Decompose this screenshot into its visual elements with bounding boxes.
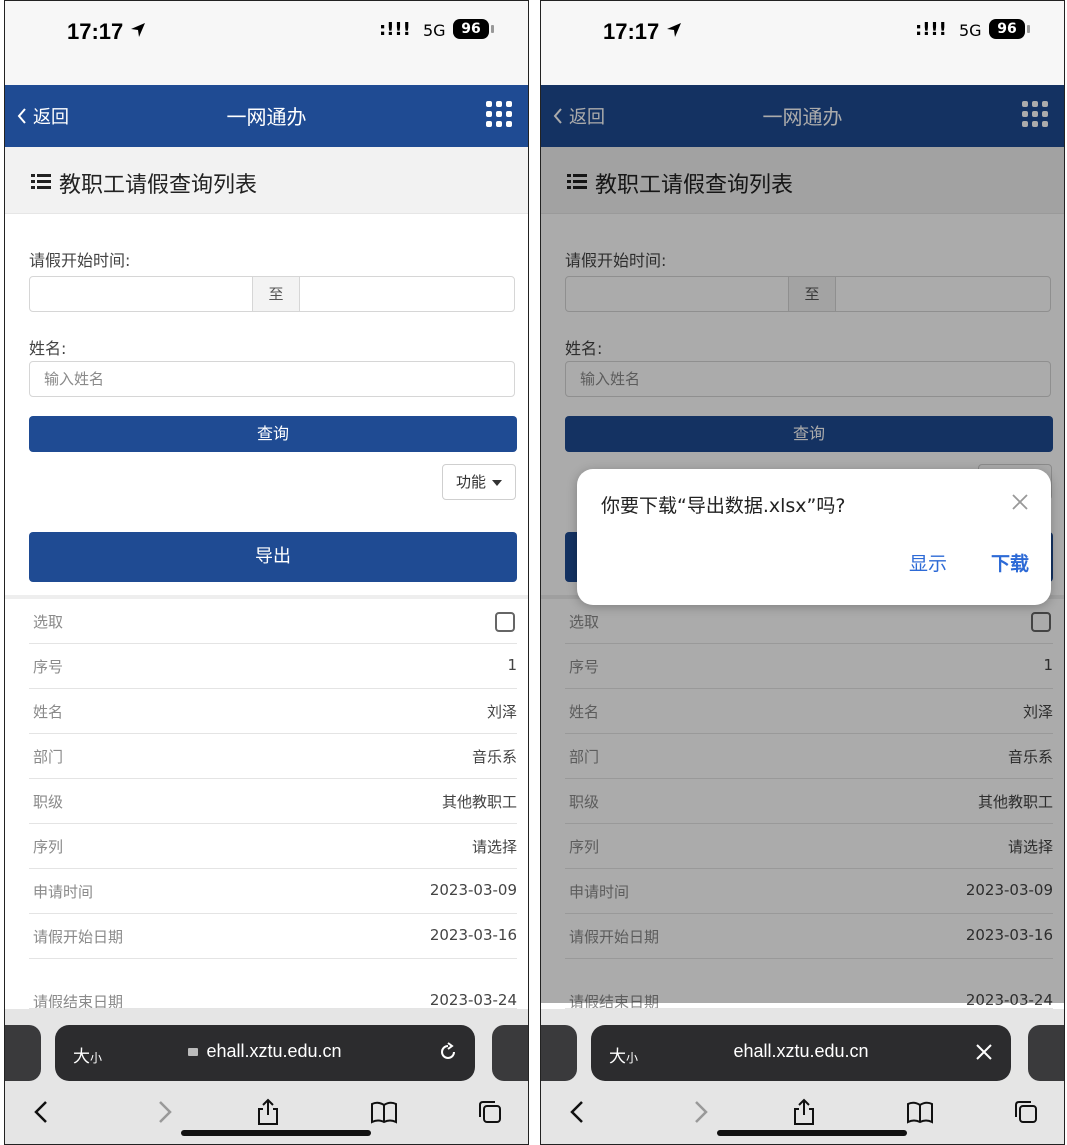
- status-time: 17:17: [603, 19, 660, 44]
- next-tab-pill[interactable]: [492, 1025, 528, 1081]
- forward-arrow-icon[interactable]: [149, 1097, 179, 1127]
- row-label: 序号: [33, 658, 64, 676]
- url-text: ehall.xztu.edu.cn: [206, 1041, 342, 1061]
- screenshot-left: 17:17 :!!! 5G 96 返回 一网通办 教职工请假查询列表 请假开始时…: [4, 0, 529, 1145]
- record-row: 职级 其他教职工: [29, 779, 517, 824]
- battery-tip: [1027, 25, 1030, 33]
- browser-bottom-bar: 大小 ehall.xztu.edu.cn: [541, 1009, 1064, 1144]
- record-row: 部门 音乐系: [29, 734, 517, 779]
- tabs-icon[interactable]: [475, 1097, 505, 1127]
- function-dropdown[interactable]: 功能: [442, 464, 516, 500]
- record-row: 姓名 刘泽: [29, 689, 517, 734]
- signal-icon: :!!!: [915, 19, 947, 40]
- download-message: 你要下载“导出数据.xlsx”吗?: [601, 495, 846, 517]
- signal-icon: :!!!: [379, 19, 411, 40]
- row-value: 2023-03-24: [429, 991, 517, 1009]
- home-indicator: [181, 1130, 371, 1136]
- row-value: 刘泽: [486, 703, 517, 721]
- record-row: 申请时间 2023-03-09: [29, 869, 517, 914]
- row-value: 其他教职工: [441, 793, 517, 811]
- query-button[interactable]: 查询: [29, 416, 517, 452]
- back-arrow-icon[interactable]: [563, 1097, 593, 1127]
- location-arrow-icon: [131, 23, 145, 37]
- bookmarks-icon[interactable]: [369, 1097, 399, 1127]
- previous-tab-pill[interactable]: [541, 1025, 577, 1081]
- url-text: ehall.xztu.edu.cn: [733, 1041, 869, 1061]
- stop-loading-icon[interactable]: [973, 1041, 995, 1063]
- bookmarks-icon[interactable]: [905, 1097, 935, 1127]
- select-checkbox[interactable]: [495, 612, 515, 632]
- nav-title: 一网通办: [226, 105, 307, 129]
- row-value: 1: [507, 656, 517, 674]
- battery-icon: 96: [989, 19, 1025, 39]
- record-row: 请假结束日期 2023-03-24: [29, 979, 517, 1009]
- status-bar: 17:17 :!!! 5G 96: [5, 1, 528, 85]
- screenshot-right: 17:17 :!!! 5G 96 返回 一网通办 教职工请假查询列表 请假开始时…: [540, 0, 1065, 1145]
- caret-down-icon: [492, 479, 502, 486]
- url-display: ehall.xztu.edu.cn: [591, 1041, 1011, 1062]
- url-display: ehall.xztu.edu.cn: [55, 1041, 475, 1062]
- network-type: 5G: [959, 21, 982, 40]
- export-button[interactable]: 导出: [29, 532, 517, 582]
- nav-bar: 返回 一网通办: [5, 85, 528, 147]
- tabs-icon[interactable]: [1011, 1097, 1041, 1127]
- lock-icon: [188, 1048, 199, 1056]
- share-icon[interactable]: [789, 1097, 819, 1127]
- reload-icon[interactable]: [437, 1041, 459, 1063]
- start-time-label: 请假开始时间:: [29, 251, 131, 270]
- forward-arrow-icon[interactable]: [685, 1097, 715, 1127]
- share-icon[interactable]: [253, 1097, 283, 1127]
- name-input[interactable]: [29, 361, 515, 397]
- battery-tip: [491, 25, 494, 33]
- address-bar[interactable]: 大小 ehall.xztu.edu.cn: [55, 1025, 475, 1081]
- previous-tab-pill[interactable]: [5, 1025, 41, 1081]
- page-header: 教职工请假查询列表: [5, 147, 528, 214]
- apps-grid-icon[interactable]: [486, 101, 512, 127]
- status-bar: 17:17 :!!! 5G 96: [541, 1, 1064, 85]
- row-label: 职级: [33, 793, 64, 811]
- date-range-input[interactable]: 至: [29, 276, 515, 312]
- row-value: 2023-03-09: [429, 881, 517, 899]
- home-indicator: [717, 1130, 907, 1136]
- close-icon[interactable]: [1011, 493, 1029, 511]
- status-time: 17:17: [67, 19, 124, 44]
- location-arrow-icon: [667, 23, 681, 37]
- record-row: 序列 请选择: [29, 824, 517, 869]
- download-button[interactable]: 下载: [991, 549, 1029, 576]
- network-type: 5G: [423, 21, 446, 40]
- row-label: 部门: [33, 748, 64, 766]
- battery-icon: 96: [453, 19, 489, 39]
- row-value: 请选择: [471, 838, 517, 856]
- list-icon: [31, 174, 51, 189]
- name-label: 姓名:: [29, 339, 67, 358]
- row-label: 选取: [33, 613, 64, 631]
- row-label: 申请时间: [33, 883, 94, 901]
- browser-bottom-bar: 大小 ehall.xztu.edu.cn: [5, 1009, 528, 1144]
- address-bar[interactable]: 大小 ehall.xztu.edu.cn: [591, 1025, 1011, 1081]
- range-separator: 至: [252, 277, 300, 311]
- next-tab-pill[interactable]: [1028, 1025, 1064, 1081]
- record-row: 请假开始日期 2023-03-16: [29, 914, 517, 959]
- row-value: 音乐系: [471, 748, 517, 766]
- download-dialog: 你要下载“导出数据.xlsx”吗? 显示 下载: [577, 469, 1051, 605]
- page-title: 教职工请假查询列表: [59, 173, 258, 198]
- record-row-select: 选取: [29, 599, 517, 644]
- function-label: 功能: [455, 473, 486, 491]
- row-label: 序列: [33, 838, 64, 856]
- row-label: 姓名: [33, 703, 64, 721]
- record-row: 序号 1: [29, 644, 517, 689]
- row-label: 请假开始日期: [33, 928, 124, 946]
- show-button[interactable]: 显示: [909, 549, 947, 576]
- row-label: 请假结束日期: [33, 993, 124, 1009]
- back-arrow-icon[interactable]: [27, 1097, 57, 1127]
- row-value: 2023-03-16: [429, 926, 517, 944]
